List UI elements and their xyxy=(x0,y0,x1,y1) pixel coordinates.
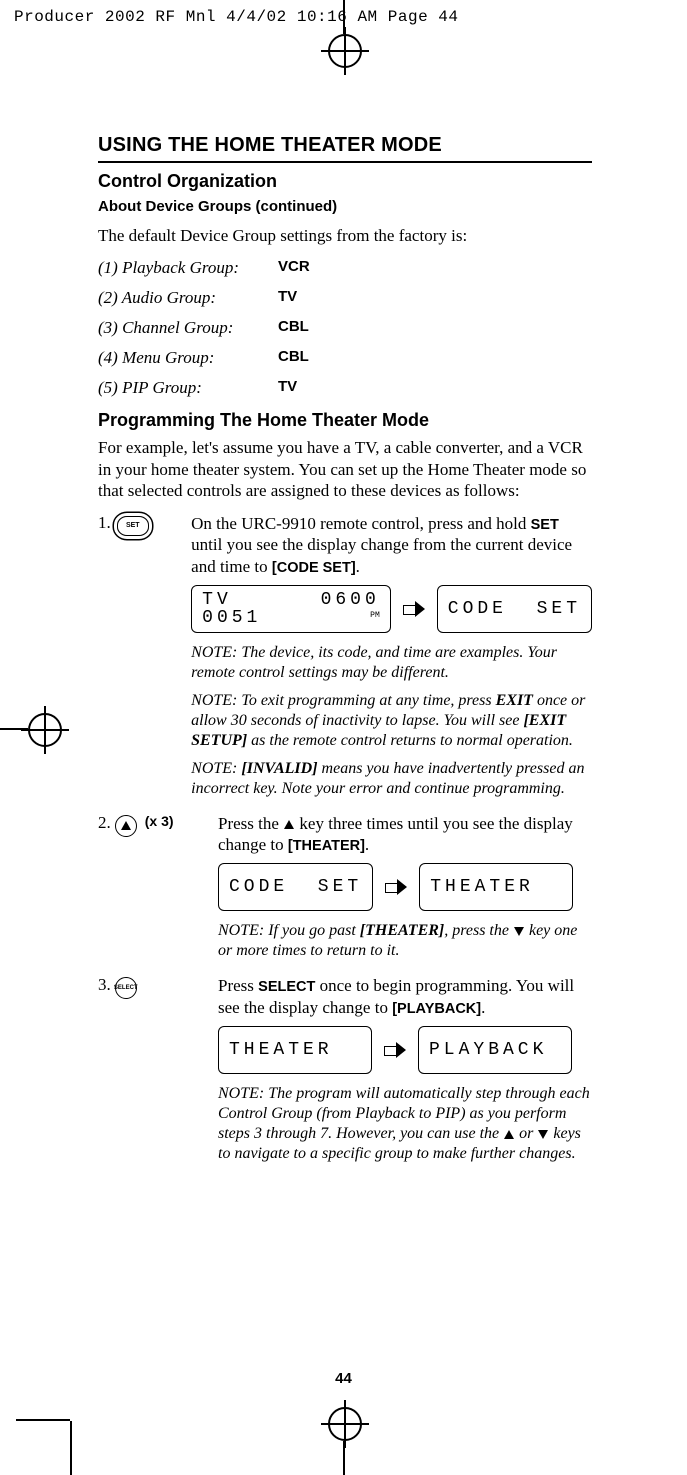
lcd-line2: 0051 xyxy=(202,609,380,627)
lcd-line1: TV 0600 xyxy=(202,591,380,609)
step-text: Press the key three times until you see … xyxy=(218,813,592,856)
table-row: (5) PIP Group: TV xyxy=(98,378,592,398)
repeat-count: (x 3) xyxy=(145,813,174,829)
step-number: 2. xyxy=(98,813,111,833)
note: NOTE: The program will automatically ste… xyxy=(218,1084,592,1164)
lcd-transition: TV 0600 0051 PM CODE SET xyxy=(191,585,592,633)
paragraph: For example, let's assume you have a TV,… xyxy=(98,437,592,501)
step-text: On the URC-9910 remote control, press an… xyxy=(191,513,592,577)
lcd-line1: CODE SET xyxy=(448,600,581,618)
keyword: [CODE SET] xyxy=(272,560,356,576)
registration-target-icon xyxy=(328,1407,362,1441)
keyword: SET xyxy=(531,517,559,533)
up-arrow-button-icon xyxy=(115,815,137,837)
text: until you see the display change from th… xyxy=(191,535,572,575)
group-label: (4) Menu Group: xyxy=(98,348,278,368)
keyword: [THEATER] xyxy=(360,922,444,939)
step-1: 1. SET On the URC-9910 remote control, p… xyxy=(98,513,592,807)
lcd-before: TV 0600 0051 PM xyxy=(191,585,391,633)
step-number: 1. xyxy=(98,513,111,533)
crop-mark xyxy=(16,1419,70,1421)
printer-header: Producer 2002 RF Mnl 4/4/02 10:16 AM Pag… xyxy=(14,8,458,26)
up-triangle-icon xyxy=(504,1130,514,1139)
down-triangle-icon xyxy=(514,927,524,936)
up-triangle-icon xyxy=(284,820,294,829)
crop-mark xyxy=(70,1421,72,1475)
section-heading: Control Organization xyxy=(98,171,592,192)
text: Press the xyxy=(218,814,283,833)
group-value: CBL xyxy=(278,348,309,368)
registration-target-icon xyxy=(28,713,62,747)
arrow-right-icon xyxy=(403,601,425,617)
lcd-line1: CODE SET xyxy=(229,878,362,896)
text: as the remote control returns to normal … xyxy=(247,732,573,749)
group-label: (1) Playback Group: xyxy=(98,258,278,278)
group-label: (3) Channel Group: xyxy=(98,318,278,338)
text: . xyxy=(365,835,369,854)
table-row: (2) Audio Group: TV xyxy=(98,288,592,308)
horizontal-rule xyxy=(98,161,592,163)
page-number: 44 xyxy=(0,1370,687,1387)
group-label: (5) PIP Group: xyxy=(98,378,278,398)
text: , press the xyxy=(444,922,513,939)
keyword: SELECT xyxy=(258,979,315,995)
text: or xyxy=(515,1125,537,1142)
lcd-line1: THEATER xyxy=(430,878,562,896)
note: NOTE: [INVALID] means you have inadverte… xyxy=(191,759,592,799)
down-triangle-icon xyxy=(538,1130,548,1139)
section-heading: Programming The Home Theater Mode xyxy=(98,410,592,431)
note: NOTE: The device, its code, and time are… xyxy=(191,643,592,683)
lcd-after: THEATER xyxy=(419,863,573,911)
text: NOTE: To exit programming at any time, p… xyxy=(191,692,495,709)
lcd-transition: THEATER PLAYBACK xyxy=(218,1026,592,1074)
arrow-right-icon xyxy=(384,1042,406,1058)
page-content: USING THE HOME THEATER MODE Control Orga… xyxy=(98,134,592,1178)
pm-indicator: PM xyxy=(370,612,380,620)
text: . xyxy=(356,557,360,576)
registration-target-icon xyxy=(328,34,362,68)
text: . xyxy=(481,998,485,1017)
table-row: (4) Menu Group: CBL xyxy=(98,348,592,368)
group-label: (2) Audio Group: xyxy=(98,288,278,308)
group-value: VCR xyxy=(278,258,310,278)
lcd-after: CODE SET xyxy=(437,585,592,633)
table-row: (1) Playback Group: VCR xyxy=(98,258,592,278)
factory-defaults-table: (1) Playback Group: VCR (2) Audio Group:… xyxy=(98,258,592,398)
intro-text: The default Device Group settings from t… xyxy=(98,225,592,246)
page-title: USING THE HOME THEATER MODE xyxy=(98,134,592,157)
step-3: 3. SELECT Press SELECT once to begin pro… xyxy=(98,975,592,1172)
subsection-heading: About Device Groups (continued) xyxy=(98,198,592,215)
keyword: [THEATER] xyxy=(288,838,365,854)
group-value: CBL xyxy=(278,318,309,338)
lcd-before: THEATER xyxy=(218,1026,372,1074)
note: NOTE: To exit programming at any time, p… xyxy=(191,691,592,751)
text: NOTE: xyxy=(191,760,241,777)
keyword: EXIT xyxy=(496,692,533,709)
keyword: [INVALID] xyxy=(241,760,317,777)
text: On the URC-9910 remote control, press an… xyxy=(191,514,530,533)
step-number: 3. xyxy=(98,975,111,995)
select-button-icon: SELECT xyxy=(115,977,137,999)
group-value: TV xyxy=(278,288,297,308)
group-value: TV xyxy=(278,378,297,398)
table-row: (3) Channel Group: CBL xyxy=(98,318,592,338)
keyword: [PLAYBACK] xyxy=(392,1001,481,1017)
arrow-right-icon xyxy=(385,879,407,895)
note: NOTE: If you go past [THEATER], press th… xyxy=(218,921,592,961)
step-2: 2. (x 3) Press the key three times until… xyxy=(98,813,592,970)
lcd-line1: PLAYBACK xyxy=(429,1041,561,1059)
lcd-line1: THEATER xyxy=(229,1041,361,1059)
set-button-icon: SET xyxy=(117,516,149,536)
lcd-transition: CODE SET THEATER xyxy=(218,863,592,911)
lcd-before: CODE SET xyxy=(218,863,373,911)
step-text: Press SELECT once to begin programming. … xyxy=(218,975,592,1018)
lcd-after: PLAYBACK xyxy=(418,1026,572,1074)
text: NOTE: If you go past xyxy=(218,922,360,939)
text: Press xyxy=(218,976,258,995)
